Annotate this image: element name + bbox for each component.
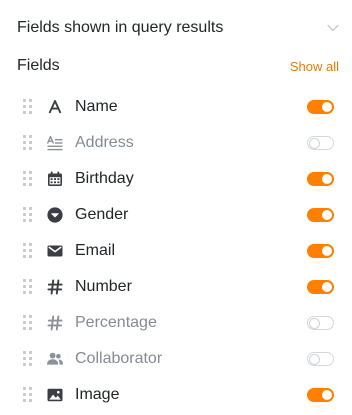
collaborator-icon bbox=[46, 350, 64, 368]
calendar-icon bbox=[46, 170, 64, 188]
number-icon bbox=[46, 278, 64, 296]
field-label: Image bbox=[75, 386, 120, 403]
field-item[interactable]: Number bbox=[0, 269, 352, 305]
field-item[interactable]: Birthday bbox=[0, 161, 352, 197]
fields-label: Fields bbox=[17, 57, 60, 74]
field-visibility-toggle[interactable] bbox=[307, 136, 334, 150]
field-visibility-toggle[interactable] bbox=[307, 172, 334, 186]
field-item[interactable]: Address bbox=[0, 125, 352, 161]
toggle-knob bbox=[309, 138, 320, 149]
drag-handle-icon[interactable] bbox=[23, 207, 32, 222]
text-icon bbox=[46, 98, 64, 116]
panel-title: Fields shown in query results bbox=[17, 19, 224, 36]
image-icon bbox=[46, 386, 64, 404]
drag-handle-icon[interactable] bbox=[23, 279, 32, 294]
drag-handle-icon[interactable] bbox=[23, 135, 32, 150]
long-text-icon bbox=[46, 134, 64, 152]
field-item[interactable]: Image bbox=[0, 377, 352, 413]
toggle-knob bbox=[322, 282, 332, 292]
chevron-down-icon[interactable] bbox=[326, 21, 340, 35]
field-visibility-toggle[interactable] bbox=[307, 208, 334, 222]
single-select-icon bbox=[46, 206, 64, 224]
fields-header: Fields Show all bbox=[17, 56, 340, 78]
field-item[interactable]: Name bbox=[0, 89, 352, 125]
drag-handle-icon[interactable] bbox=[23, 171, 32, 186]
drag-handle-icon[interactable] bbox=[23, 99, 32, 114]
toggle-knob bbox=[309, 354, 320, 365]
number-icon bbox=[46, 314, 64, 332]
field-visibility-toggle[interactable] bbox=[307, 100, 334, 114]
drag-handle-icon[interactable] bbox=[23, 243, 32, 258]
field-visibility-toggle[interactable] bbox=[307, 352, 334, 366]
email-icon bbox=[46, 242, 64, 260]
field-label: Number bbox=[75, 278, 132, 295]
field-list: Name Address Birthday Gender Email Numbe… bbox=[0, 89, 352, 413]
drag-handle-icon[interactable] bbox=[23, 351, 32, 366]
field-visibility-toggle[interactable] bbox=[307, 244, 334, 258]
toggle-knob bbox=[322, 102, 332, 112]
field-visibility-toggle[interactable] bbox=[307, 388, 334, 402]
toggle-knob bbox=[322, 390, 332, 400]
field-visibility-toggle[interactable] bbox=[307, 316, 334, 330]
show-all-button[interactable]: Show all bbox=[290, 59, 339, 74]
panel-header: Fields shown in query results bbox=[17, 18, 340, 42]
field-item[interactable]: Collaborator bbox=[0, 341, 352, 377]
field-label: Collaborator bbox=[75, 350, 163, 367]
toggle-knob bbox=[309, 318, 320, 329]
field-item[interactable]: Gender bbox=[0, 197, 352, 233]
field-label: Birthday bbox=[75, 170, 134, 187]
field-label: Percentage bbox=[75, 314, 157, 331]
drag-handle-icon[interactable] bbox=[23, 315, 32, 330]
field-item[interactable]: Percentage bbox=[0, 305, 352, 341]
drag-handle-icon[interactable] bbox=[23, 387, 32, 402]
field-label: Email bbox=[75, 242, 116, 259]
field-item[interactable]: Email bbox=[0, 233, 352, 269]
toggle-knob bbox=[322, 174, 332, 184]
field-visibility-toggle[interactable] bbox=[307, 280, 334, 294]
toggle-knob bbox=[322, 210, 332, 220]
field-label: Name bbox=[75, 98, 118, 115]
field-label: Gender bbox=[75, 206, 129, 223]
toggle-knob bbox=[322, 246, 332, 256]
field-label: Address bbox=[75, 134, 134, 151]
